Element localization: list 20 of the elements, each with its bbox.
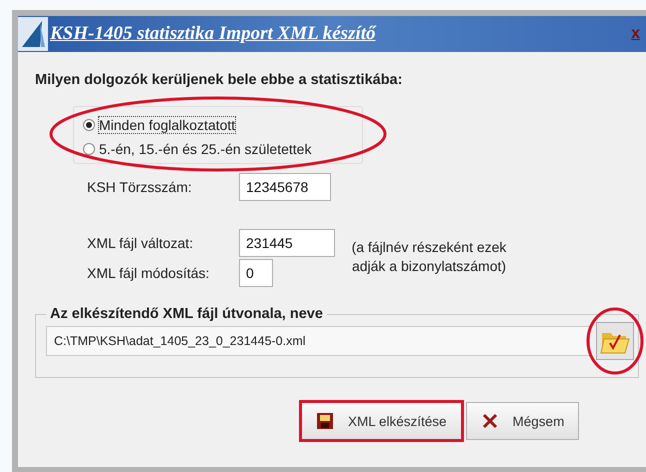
radio-label: 5.-én, 15.-én és 25.-én születettek	[98, 140, 312, 158]
path-field[interactable]: C:\TMP\KSH\adat_1405_23_0_231445-0.xml	[46, 326, 590, 356]
field-label: XML fájl változat:	[87, 235, 194, 251]
note-text: (a fájlnév részeként ezek adják a bizonylatszámot)	[350, 238, 508, 276]
cancel-button[interactable]: Mégsem	[466, 402, 580, 440]
question-label: Milyen dolgozók kerüljenek bele ebbe a statisztikába:	[35, 72, 404, 88]
sail-logo-icon	[18, 17, 48, 51]
field-label: KSH Törzsszám:	[87, 179, 193, 195]
browse-button[interactable]	[596, 322, 634, 360]
create-xml-button[interactable]: XML elkészítése	[301, 402, 462, 440]
radio-label: Minden foglalkoztatott	[98, 116, 236, 134]
group-legend: Az elkészítendő XML fájl útvonala, neve	[46, 306, 327, 322]
input-field[interactable]: 0	[239, 259, 273, 287]
input-field[interactable]: 231445	[239, 229, 335, 257]
window-title: KSH-1405 statisztika Import XML készítő	[50, 23, 376, 45]
input-field[interactable]: 12345678	[239, 173, 331, 201]
radio-button[interactable]	[83, 143, 95, 155]
radio-button[interactable]	[83, 119, 95, 131]
field-label: XML fájl módosítás:	[87, 265, 210, 281]
close-icon	[480, 412, 499, 430]
